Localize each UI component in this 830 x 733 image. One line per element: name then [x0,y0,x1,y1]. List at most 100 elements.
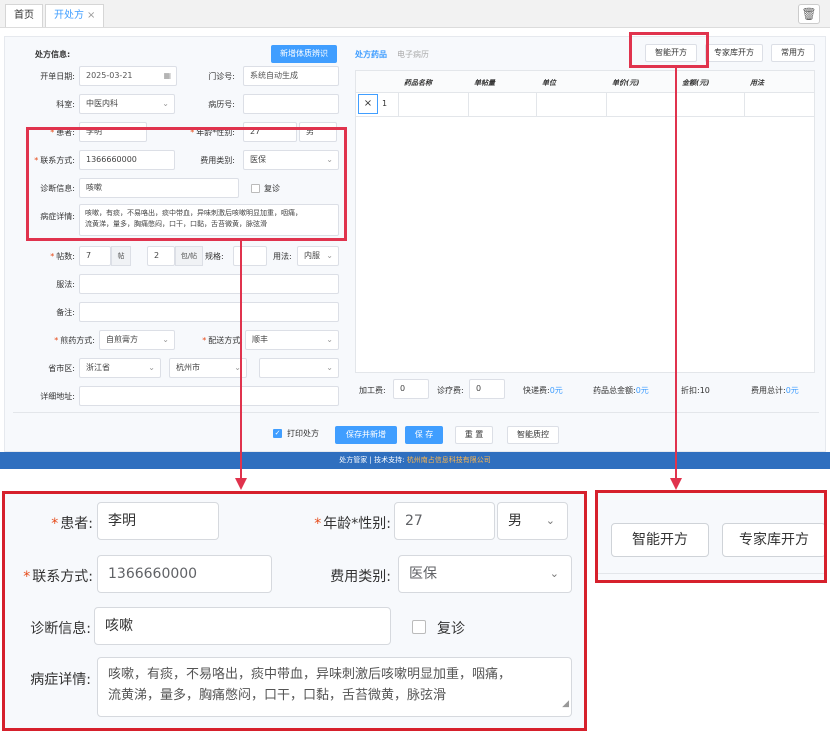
drug-table: 药品名称 单帖量 单位 单价(元) 金额(元) 用法 × 1 [355,70,815,373]
city-select[interactable]: 杭州市 ⌄ [169,358,247,378]
record-field[interactable] [243,94,339,114]
close-icon[interactable]: × [87,10,95,21]
save-button[interactable]: 保 存 [405,426,443,444]
discount: 折扣:10 [681,385,710,396]
tab-prescribe-label: 开处方 [54,10,84,21]
col-drug-name: 药品名称 [404,79,432,87]
zoom-contact-field[interactable]: 1366660000 [97,555,272,593]
delivery-value: 顺丰 [252,335,268,344]
trash-icon[interactable]: 🗑 [798,4,820,24]
age-field[interactable]: 27 [243,122,297,142]
col-dose: 单帖量 [474,79,495,87]
contact-label-text: 联系方式: [40,156,75,165]
zoom-patient-field[interactable]: 李明 [97,502,219,540]
zoom-symptom-label: 病症详情: [30,672,91,688]
table-row: × 1 [356,93,814,117]
region-label: 省市区: [48,364,75,373]
chevron-down-icon: ⌄ [148,363,155,372]
diag-fee-field[interactable]: 0 [469,379,505,399]
delivery-label-text: 配送方式: [208,336,243,345]
dose-field[interactable]: 7 [79,246,111,266]
express-fee: 快递费:0元 [523,385,563,396]
date-value: 2025-03-21 [86,71,133,80]
drug-total-label: 药品总金额: [593,386,636,395]
revisit-checkbox[interactable] [251,184,260,193]
add-constitution-button[interactable]: 新增体质辨识 [271,45,337,63]
drug-total: 药品总金额:0元 [593,385,649,396]
cost-total-value: 0元 [785,386,799,395]
process-fee-field[interactable]: 0 [393,379,429,399]
note-field[interactable] [79,302,339,322]
address-label: 详细地址: [40,392,75,401]
zoom-expert-prescribe-button[interactable]: 专家库开方 [722,523,824,557]
footer-text: 处方管家 | 技术支持: [339,456,405,464]
province-value: 浙江省 [86,363,110,372]
discount-value: 10 [699,386,710,395]
contact-label-small: * 联系方式: [34,156,75,165]
symptom-textarea[interactable]: 咳嗽，有痰，不易咯出，痰中带血，异味刺激后咳嗽明显加重，咽痛， 流黄涕，量多，胸痛… [79,204,339,236]
dose-unit: 帖 [111,246,131,266]
zoom-revisit-checkbox[interactable] [412,620,426,634]
contact-field[interactable]: 1366660000 [79,150,175,170]
row-number: 1 [382,99,388,108]
zoom-gender-select[interactable]: 男 ⌄ [497,502,568,540]
print-label: 打印处方 [287,429,319,438]
cell-divider [536,93,537,117]
resize-handle-icon[interactable]: ◢ [562,694,569,715]
arrow-head-right [670,478,682,490]
cell-divider [398,93,399,117]
city-value: 杭州市 [176,363,200,372]
usage-select[interactable]: 内服 ⌄ [297,246,339,266]
tab-prescribe[interactable]: 开处方 × [45,4,105,27]
delivery-select[interactable]: 顺丰 ⌄ [245,330,339,350]
common-prescription-button[interactable]: 常用方 [771,44,815,62]
zoom-age-field[interactable]: 27 [394,502,495,540]
patient-field[interactable]: 李明 [79,122,147,142]
chevron-down-icon: ⌄ [234,363,241,372]
zoom-patient-label-text: 患者: [60,516,93,532]
smart-qc-button[interactable]: 智能质控 [507,426,559,444]
gender-select[interactable]: 男 [299,122,337,142]
symptom-line2: 流黄涕，量多，胸痛憋闷，口干，口黏，舌苔微黄，脉弦滑 [85,220,267,228]
expert-prescribe-button[interactable]: 专家库开方 [705,44,763,62]
decoct-label: * 煎药方式: [54,336,95,345]
tab-rx-drugs[interactable]: 处方药品 [355,49,387,60]
district-select[interactable]: ⌄ [259,358,339,378]
tab-bar: 首页 开处方 × 🗑 [0,0,830,28]
address-field[interactable] [79,386,339,406]
cost-total-label: 费用总计: [751,386,786,395]
footer-org[interactable]: 杭州南占信息科技有限公司 [407,456,491,464]
zoom-patient-label: * 患者: [51,516,93,532]
save-and-new-button[interactable]: 保存并新增 [335,426,397,444]
gender-value: 男 [306,127,314,136]
app-window: 首页 开处方 × 🗑 处方信息: 新增体质辨识 开单日期: 2025-03-21 ▦… [0,0,830,733]
delete-row-icon[interactable]: × [358,94,378,114]
diag-field[interactable]: 咳嗽 [79,178,239,198]
pack-field[interactable]: 2 [147,246,175,266]
zoom-revisit-label: 复诊 [437,621,465,637]
take-label: 服法: [56,280,75,289]
zoom-diag-field[interactable]: 咳嗽 [94,607,391,645]
symptom-line1: 咳嗽，有痰，不易咯出，痰中带血，异味刺激后咳嗽明显加重，咽痛， [85,209,302,217]
clinic-label: 门诊号: [208,72,235,81]
tab-emr[interactable]: 电子病历 [397,49,429,60]
print-checkbox[interactable]: ✓ [273,429,282,438]
decoct-select[interactable]: 自煎膏方 ⌄ [99,330,175,350]
reset-button[interactable]: 重 置 [455,426,493,444]
clinic-field[interactable]: 系统自动生成 [243,66,339,86]
zoom-smart-prescribe-button[interactable]: 智能开方 [611,523,709,557]
date-field[interactable]: 2025-03-21 ▦ [79,66,177,86]
spec-field[interactable] [233,246,267,266]
fee-select[interactable]: 医保 ⌄ [243,150,339,170]
tab-home[interactable]: 首页 [5,4,43,27]
symptom-label-small: 病症详情: [40,212,75,221]
zoom-symptom-textarea[interactable]: 咳嗽，有痰，不易咯出，痰中带血，异味刺激后咳嗽明显加重，咽痛， 流黄涕，量多，胸… [97,657,572,717]
zoom-fee-value: 医保 [409,566,437,582]
zoom-fee-select[interactable]: 医保 ⌄ [398,555,572,593]
province-select[interactable]: 浙江省 ⌄ [79,358,161,378]
decoct-value: 自煎膏方 [106,335,138,344]
dept-select[interactable]: 中医内科 ⌄ [79,94,175,114]
take-field[interactable] [79,274,339,294]
section-title: 处方信息: [35,50,71,59]
smart-prescribe-button[interactable]: 智能开方 [645,44,697,62]
